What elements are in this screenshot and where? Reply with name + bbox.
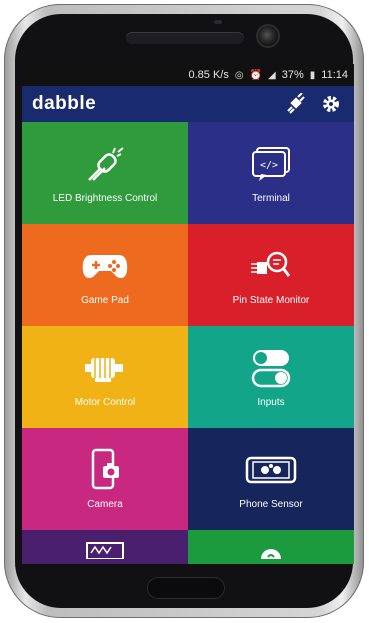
hotspot-icon: ◎ (234, 69, 244, 81)
tile-label: Phone Sensor (239, 499, 303, 510)
battery-percent: 37% (281, 69, 304, 81)
screen: 0.85 K/s ◎ ⏰ ◢ 37% ▮ 11:14 dabble LED Br… (22, 64, 354, 564)
tile-label: Camera (87, 499, 123, 510)
toggle-switch-icon (249, 345, 293, 391)
speaker-icon (256, 539, 286, 564)
alarm-icon: ⏰ (249, 69, 263, 81)
tile-partial-oscilloscope[interactable] (22, 530, 188, 564)
tile-label: Motor Control (74, 397, 136, 408)
pin-monitor-icon (249, 243, 293, 289)
tile-label: Inputs (257, 397, 285, 408)
tile-led-brightness-control[interactable]: LED Brightness Control (22, 122, 188, 224)
proximity-sensor (214, 20, 222, 24)
led-icon (83, 141, 127, 187)
app-bar: dabble (22, 86, 354, 122)
earpiece-speaker (126, 32, 244, 44)
tile-label: Pin State Monitor (232, 295, 310, 306)
home-button[interactable] (148, 578, 224, 598)
tile-terminal[interactable]: </> Terminal (188, 122, 354, 224)
bluetooth-connect-icon[interactable] (282, 91, 308, 117)
app-logo: dabble (32, 93, 97, 114)
tile-camera[interactable]: Camera (22, 428, 188, 530)
oscilloscope-icon (85, 539, 125, 562)
svg-text:</>: </> (260, 160, 278, 171)
module-grid: LED Brightness Control </> Terminal Game… (22, 122, 354, 564)
tile-phone-sensor[interactable]: Phone Sensor (188, 428, 354, 530)
terminal-icon: </> (249, 141, 293, 187)
front-camera (258, 26, 278, 46)
tile-pin-state-monitor[interactable]: Pin State Monitor (188, 224, 354, 326)
tile-label: LED Brightness Control (52, 193, 158, 204)
status-bar: 0.85 K/s ◎ ⏰ ◢ 37% ▮ 11:14 (22, 64, 354, 86)
settings-gear-icon[interactable] (318, 91, 344, 117)
phone-sensor-icon (245, 447, 297, 493)
tile-game-pad[interactable]: Game Pad (22, 224, 188, 326)
tile-partial-speaker[interactable] (188, 530, 354, 564)
tile-label: Terminal (252, 193, 290, 204)
motor-icon (83, 345, 127, 391)
tile-label: Game Pad (81, 295, 129, 306)
tile-inputs[interactable]: Inputs (188, 326, 354, 428)
camera-phone-icon (85, 447, 125, 493)
network-speed: 0.85 K/s (188, 69, 229, 81)
battery-icon: ▮ (309, 69, 316, 81)
signal-icon: ◢ (268, 69, 276, 81)
clock: 11:14 (321, 69, 348, 81)
gamepad-icon (81, 243, 129, 289)
tile-motor-control[interactable]: Motor Control (22, 326, 188, 428)
